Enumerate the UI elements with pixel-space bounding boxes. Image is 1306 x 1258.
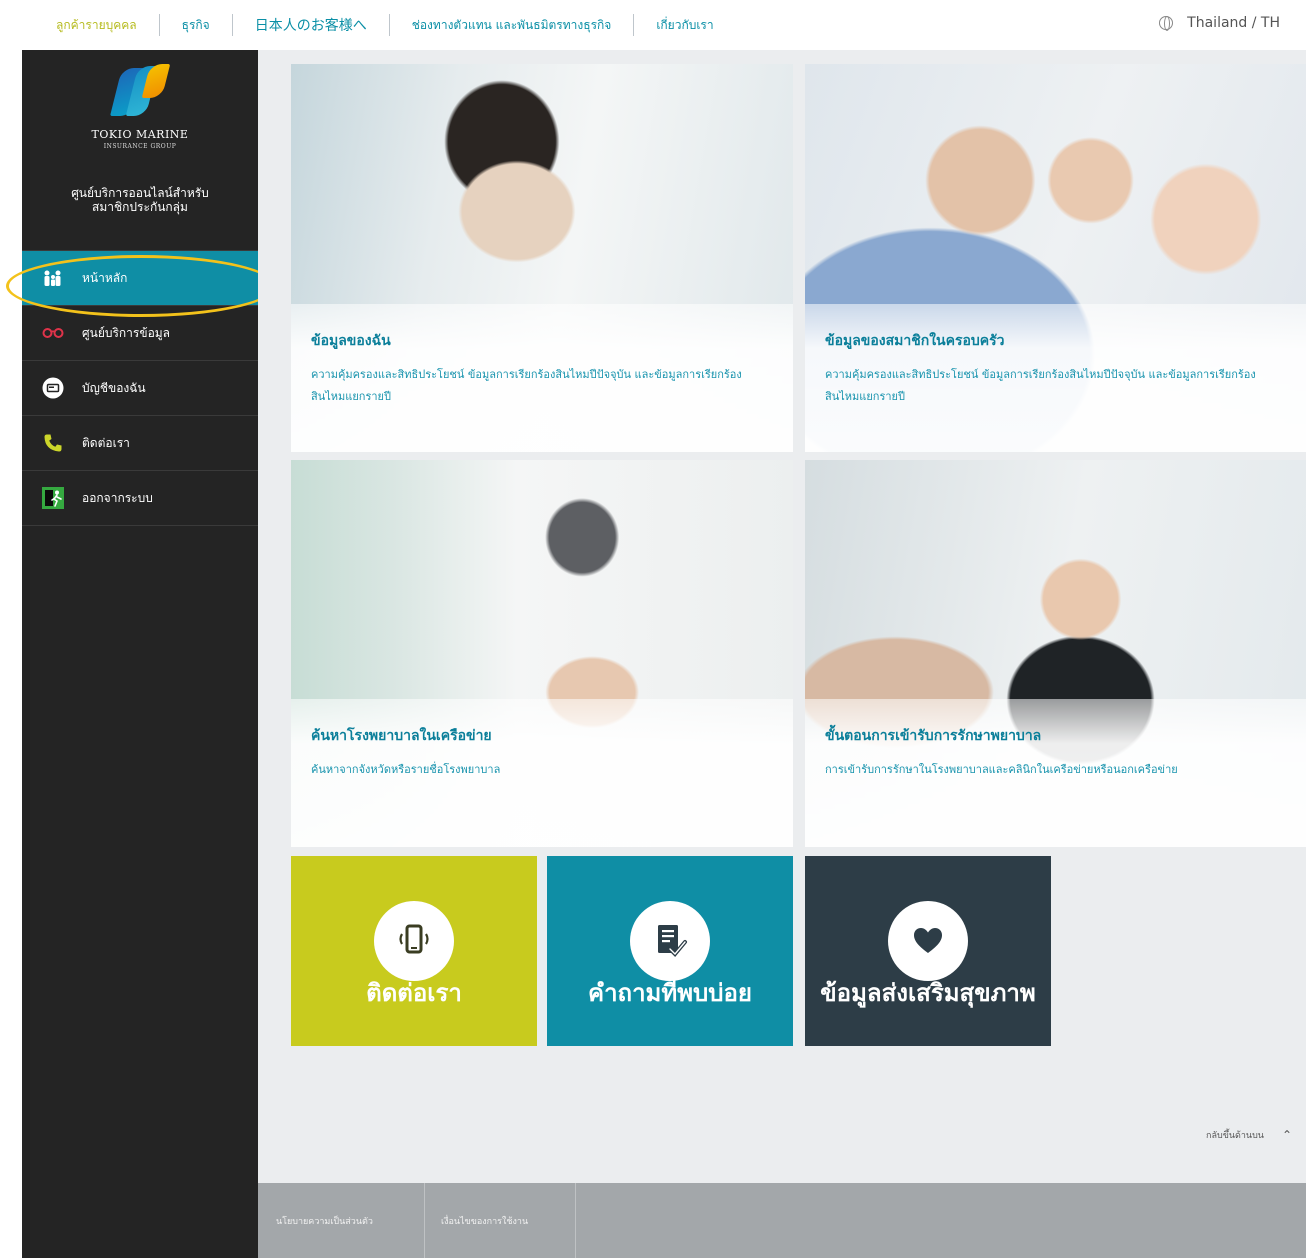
sidebar-item-label: หน้าหลัก — [82, 270, 128, 285]
tokio-marine-logo-icon — [110, 64, 171, 120]
quick-tile-contact[interactable]: ติดต่อเรา — [291, 856, 537, 1046]
tile-family-info[interactable]: ข้อมูลของสมาชิกในครอบครัว ความคุ้มครองแล… — [805, 64, 1306, 452]
topnav-divider — [231, 14, 233, 36]
region-selector[interactable]: Thailand / TH — [1159, 15, 1280, 31]
sidebar-item-label: ติดต่อเรา — [82, 435, 130, 450]
service-title: ศูนย์บริการออนไลน์สำหรับ สมาชิกประกันกลุ… — [32, 186, 248, 214]
tile-title: ขั้นตอนการเข้ารับการรักษาพยาบาล — [825, 728, 1042, 744]
tile-caption: ขั้นตอนการเข้ารับการรักษาพยาบาล การเข้าร… — [805, 699, 1306, 847]
sidebar-item-label: บัญชีของฉัน — [82, 380, 146, 395]
sidebar-item-my-account[interactable]: บัญชีของฉัน — [22, 361, 258, 416]
tile-caption: ค้นหาโรงพยาบาลในเครือข่าย ค้นหาจากจังหวั… — [291, 699, 793, 847]
footer-privacy-link[interactable]: นโยบายความเป็นส่วนตัว — [276, 1183, 373, 1258]
heart-icon — [888, 901, 968, 981]
quick-tile-label: ติดต่อเรา — [366, 979, 462, 1007]
sidebar-item-contact[interactable]: ติดต่อเรา — [22, 416, 258, 471]
footer-divider — [424, 1183, 425, 1258]
mobile-phone-icon — [374, 901, 454, 981]
logo-subtitle: INSURANCE GROUP — [103, 143, 177, 150]
topnav-divider — [158, 14, 160, 36]
tile-treatment-procedure[interactable]: ขั้นตอนการเข้ารับการรักษาพยาบาล การเข้าร… — [805, 460, 1306, 847]
tile-description: การเข้ารับการรักษาในโรงพยาบาลและคลินิกใน… — [825, 763, 1178, 776]
quick-tile-faq[interactable]: คำถามที่พบบ่อย — [547, 856, 793, 1046]
sidebar-item-home[interactable]: หน้าหลัก — [22, 251, 258, 306]
main-content: ข้อมูลของฉัน ความคุ้มครองและสิทธิประโยชน… — [258, 50, 1306, 1258]
footer-divider — [575, 1183, 576, 1258]
glasses-icon — [42, 322, 64, 344]
footer-terms-link[interactable]: เงื่อนไขของการใช้งาน — [441, 1183, 528, 1258]
topnav-agents-partners-link[interactable]: ช่องทางตัวแทน และพันธมิตรทางธุรกิจ — [412, 16, 612, 35]
checklist-icon — [630, 901, 710, 981]
tile-description: ความคุ้มครองและสิทธิประโยชน์ ข้อมูลการเร… — [311, 368, 742, 403]
sidebar-item-info-center[interactable]: ศูนย์บริการข้อมูล — [22, 306, 258, 361]
tile-title: ข้อมูลของสมาชิกในครอบครัว — [825, 333, 1005, 349]
tile-description: ค้นหาจากจังหวัดหรือรายชื่อโรงพยาบาล — [311, 763, 501, 776]
tile-caption: ข้อมูลของสมาชิกในครอบครัว ความคุ้มครองแล… — [805, 304, 1306, 452]
footer: นโยบายความเป็นส่วนตัว เงื่อนไขของการใช้ง… — [258, 1183, 1306, 1258]
back-to-top-link[interactable]: กลับขึ้นด้านบน ⌃ — [1206, 1128, 1292, 1142]
topnav-divider — [388, 14, 390, 36]
service-title-line2: สมาชิกประกันกลุ่ม — [92, 200, 188, 214]
globe-icon — [1159, 16, 1174, 31]
back-to-top-label: กลับขึ้นด้านบน — [1206, 1131, 1264, 1141]
tile-caption: ข้อมูลของฉัน ความคุ้มครองและสิทธิประโยชน… — [291, 304, 793, 452]
tile-title: ค้นหาโรงพยาบาลในเครือข่าย — [311, 728, 492, 744]
top-bar: ลูกค้ารายบุคคล ธุรกิจ 日本人のお客様へ ช่องทางตั… — [0, 0, 1306, 50]
logo-name: TOKIO MARINE — [91, 128, 189, 141]
top-navigation: ลูกค้ารายบุคคล ธุรกิจ 日本人のお客様へ ช่องทางตั… — [56, 14, 714, 36]
sidebar: TOKIO MARINE INSURANCE GROUP ศูนย์บริการ… — [22, 50, 258, 1258]
topnav-divider — [633, 14, 635, 36]
family-icon — [42, 267, 64, 289]
quick-tile-label: คำถามที่พบบ่อย — [588, 979, 752, 1007]
logo[interactable]: TOKIO MARINE INSURANCE GROUP — [22, 64, 258, 150]
phone-icon — [42, 432, 64, 454]
sidebar-item-logout[interactable]: ออกจากระบบ — [22, 471, 258, 526]
sidebar-menu: หน้าหลัก ศูนย์บริการข้อมูล บัญชีของฉัน ต… — [22, 250, 258, 526]
topnav-individual-link[interactable]: ลูกค้ารายบุคคล — [56, 16, 137, 35]
tile-hospital-search[interactable]: ค้นหาโรงพยาบาลในเครือข่าย ค้นหาจากจังหวั… — [291, 460, 793, 847]
topnav-business-link[interactable]: ธุรกิจ — [182, 16, 210, 35]
exit-icon — [42, 487, 64, 509]
chevron-up-icon: ⌃ — [1281, 1128, 1292, 1142]
topnav-about-link[interactable]: เกี่ยวกับเรา — [656, 16, 713, 35]
region-label: Thailand / TH — [1187, 15, 1280, 31]
service-title-line1: ศูนย์บริการออนไลน์สำหรับ — [71, 186, 209, 200]
quick-tile-label: ข้อมูลส่งเสริมสุขภาพ — [820, 979, 1036, 1007]
tile-title: ข้อมูลของฉัน — [311, 333, 391, 349]
tile-my-info[interactable]: ข้อมูลของฉัน ความคุ้มครองและสิทธิประโยชน… — [291, 64, 793, 452]
sidebar-item-label: ออกจากระบบ — [82, 490, 153, 505]
topnav-japanese-link[interactable]: 日本人のお客様へ — [255, 15, 367, 35]
card-icon — [42, 377, 64, 399]
sidebar-item-label: ศูนย์บริการข้อมูล — [82, 325, 171, 340]
quick-tile-health-promotion[interactable]: ข้อมูลส่งเสริมสุขภาพ — [805, 856, 1051, 1046]
tile-description: ความคุ้มครองและสิทธิประโยชน์ ข้อมูลการเร… — [825, 368, 1256, 403]
